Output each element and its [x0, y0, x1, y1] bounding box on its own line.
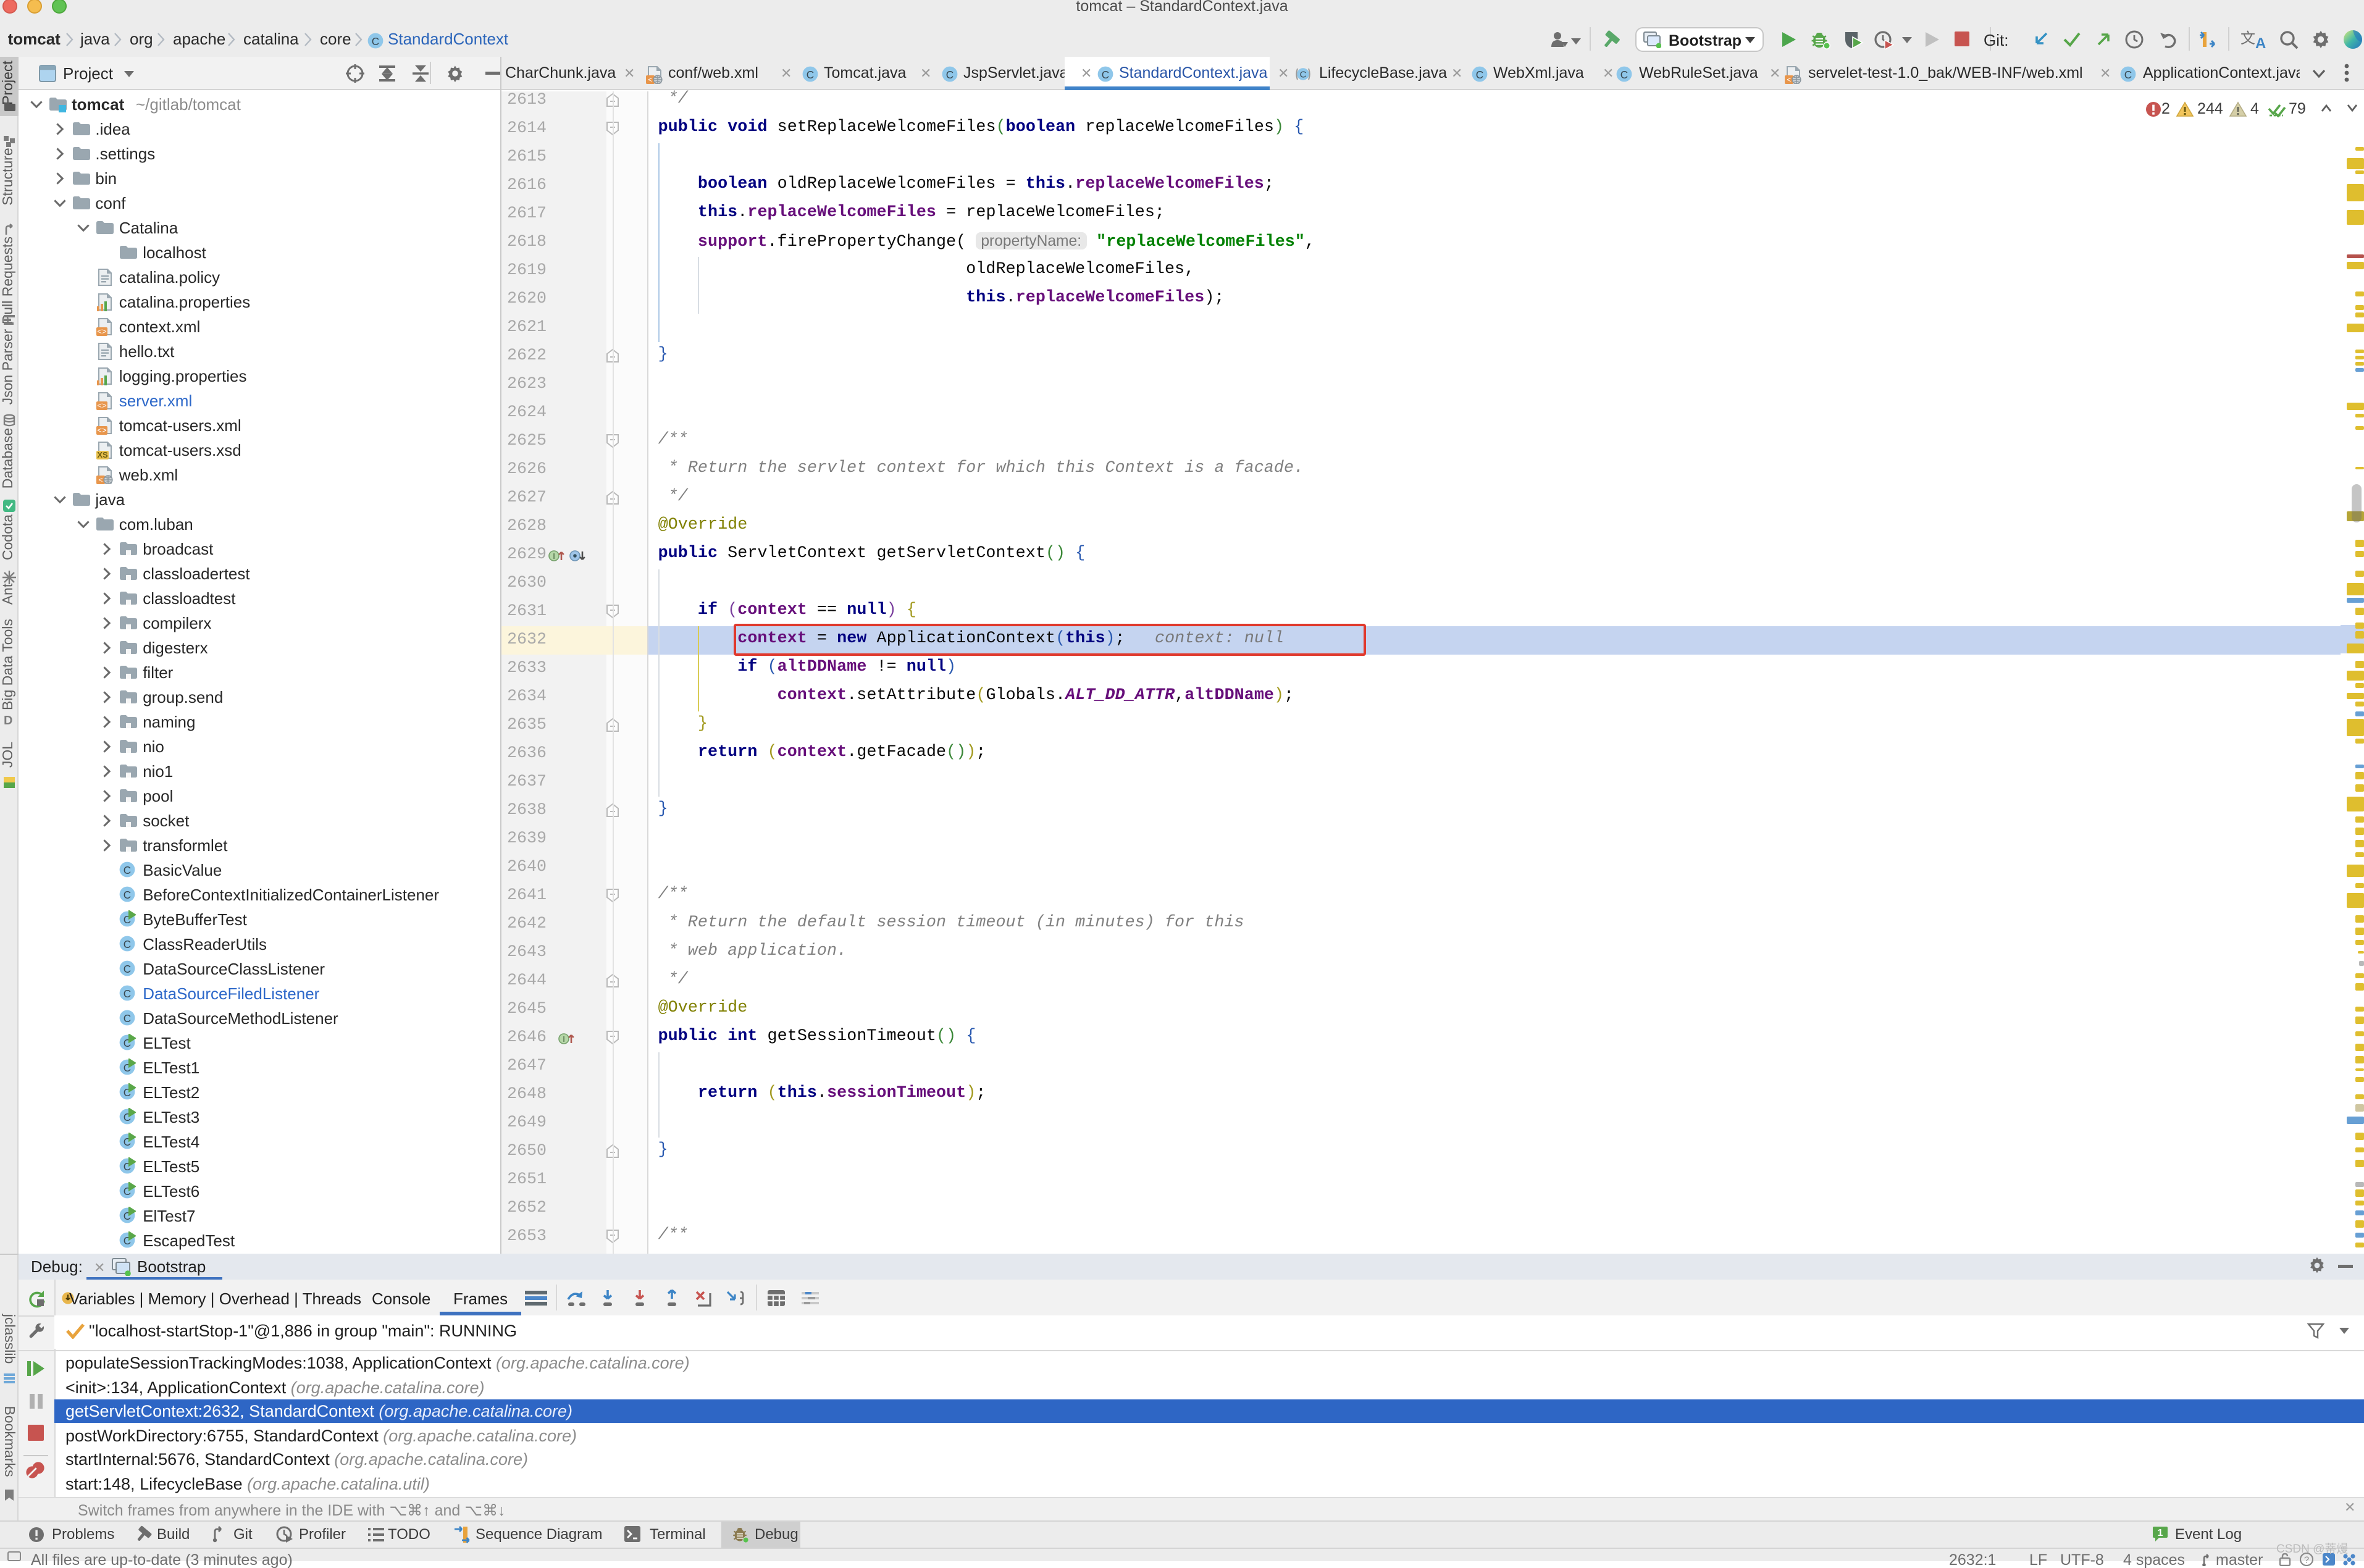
svg-text:1: 1: [2158, 1528, 2163, 1538]
svg-text:C: C: [1300, 70, 1307, 80]
svg-text:C: C: [124, 889, 131, 901]
svg-text:C: C: [372, 35, 379, 47]
svg-text:C: C: [807, 69, 814, 81]
svg-text:<: <: [98, 476, 103, 484]
svg-text:<>: <>: [97, 327, 107, 335]
svg-text:C: C: [124, 987, 131, 1000]
svg-text:XS: XS: [97, 450, 108, 459]
svg-text:<: <: [1787, 75, 1791, 83]
svg-text:<>: <>: [97, 426, 107, 434]
svg-text:C: C: [1620, 69, 1628, 81]
svg-text:<: <: [648, 75, 652, 83]
svg-text:C: C: [1102, 69, 1109, 81]
svg-text:C: C: [946, 69, 954, 81]
svg-text:C: C: [2124, 69, 2132, 81]
svg-text:文: 文: [2240, 30, 2255, 47]
svg-text:D: D: [4, 714, 12, 726]
svg-text:I: I: [563, 1034, 565, 1043]
svg-text:C: C: [1476, 69, 1483, 81]
svg-text:C: C: [124, 864, 131, 876]
svg-text:C: C: [124, 963, 131, 975]
svg-text:A: A: [2255, 35, 2266, 49]
svg-text:C: C: [124, 938, 131, 950]
svg-text:C: C: [124, 1012, 131, 1025]
svg-text:<>: <>: [97, 401, 107, 409]
svg-text:I: I: [553, 551, 555, 560]
